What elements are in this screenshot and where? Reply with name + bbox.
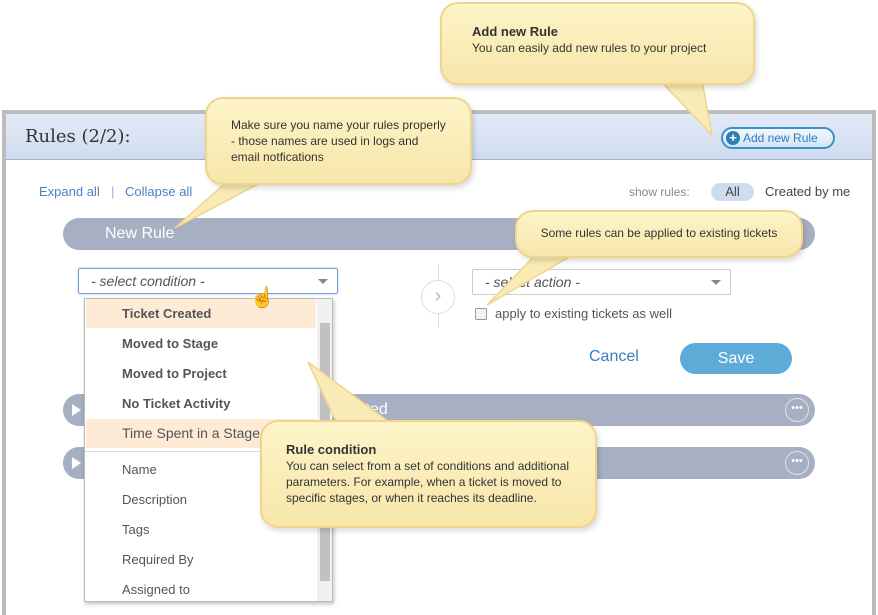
callout-body: You can select from a set of conditions … (286, 459, 570, 505)
naming-callout: Make sure you name your rules properly -… (205, 97, 472, 185)
callout-title: Add new Rule (472, 24, 558, 39)
rule-condition-callout: Rule condition You can select from a set… (260, 420, 597, 528)
callout-body: Some rules can be applied to existing ti… (540, 226, 778, 240)
existing-tickets-callout: Some rules can be applied to existing ti… (515, 210, 803, 258)
callout-body: Make sure you name your rules properly -… (231, 118, 446, 164)
add-rule-callout: Add new Rule You can easily add new rule… (440, 2, 755, 85)
callout-title: Rule condition (286, 442, 377, 457)
callout-body: You can easily add new rules to your pro… (472, 41, 707, 55)
